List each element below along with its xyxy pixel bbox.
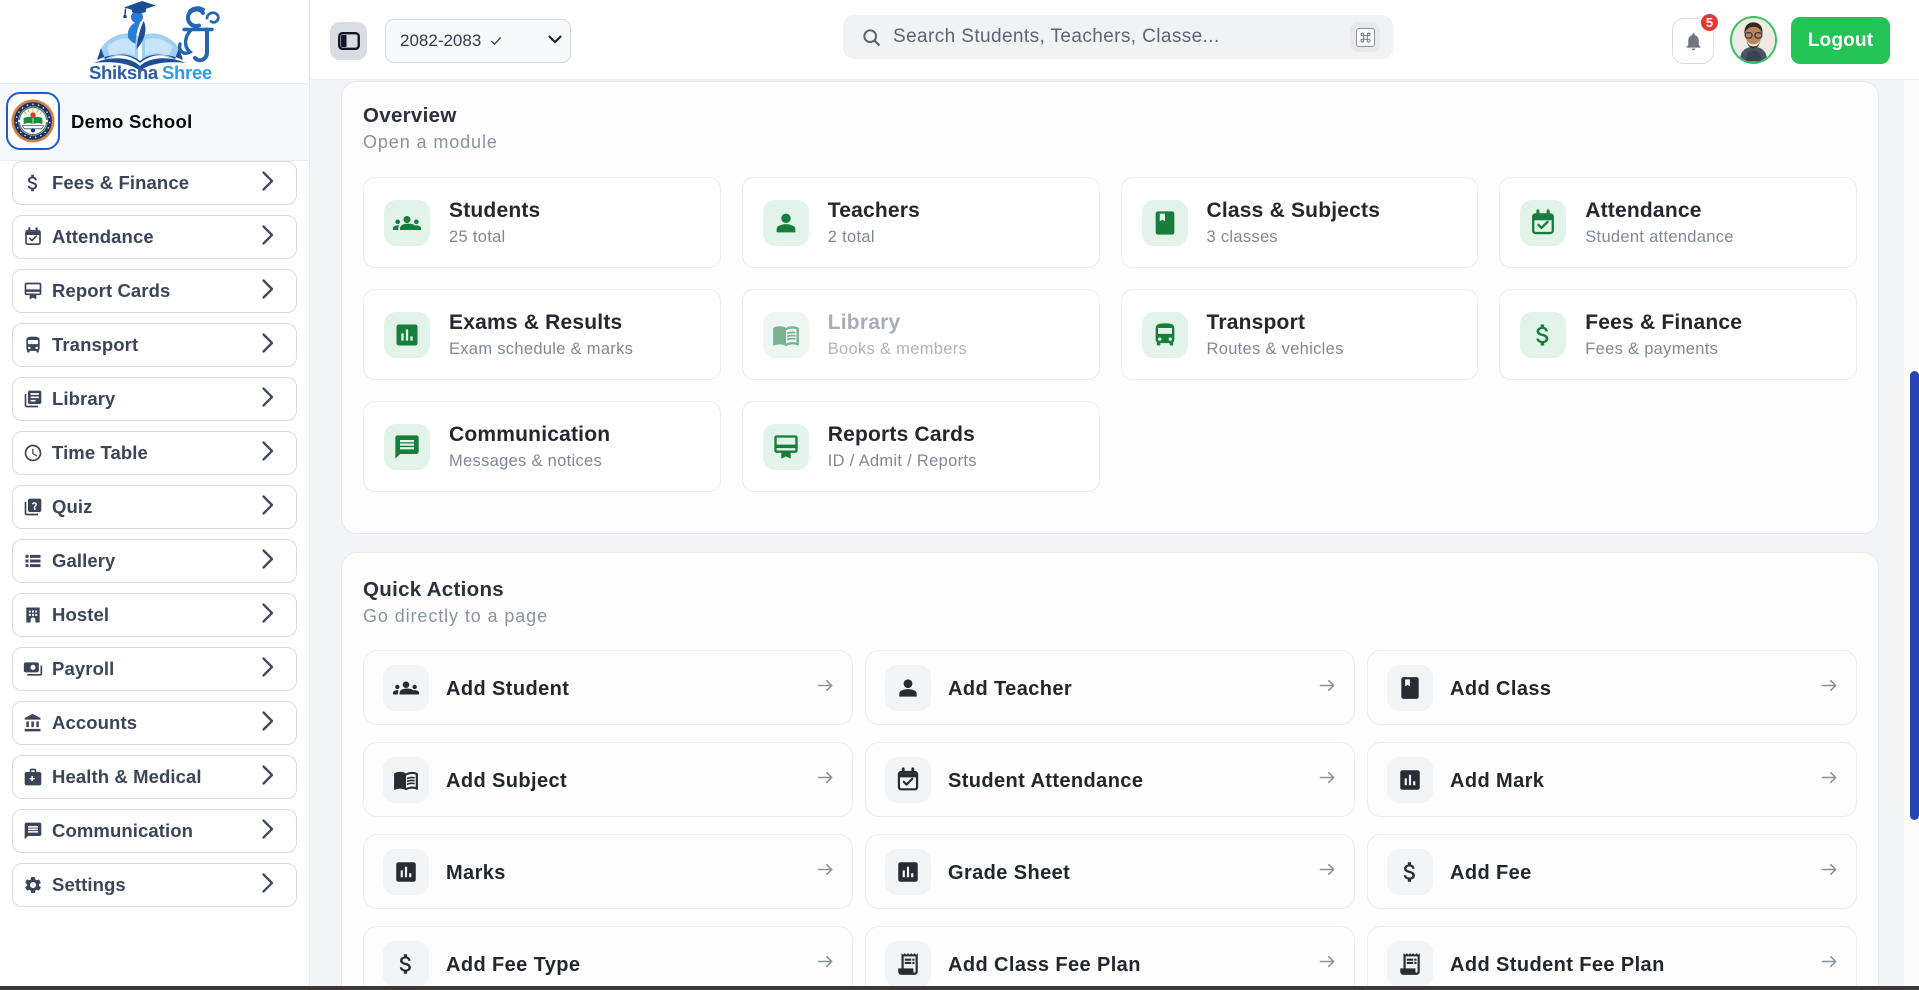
svg-text:Shiksha: Shiksha [89, 62, 159, 83]
svg-text:Shree: Shree [162, 62, 212, 83]
